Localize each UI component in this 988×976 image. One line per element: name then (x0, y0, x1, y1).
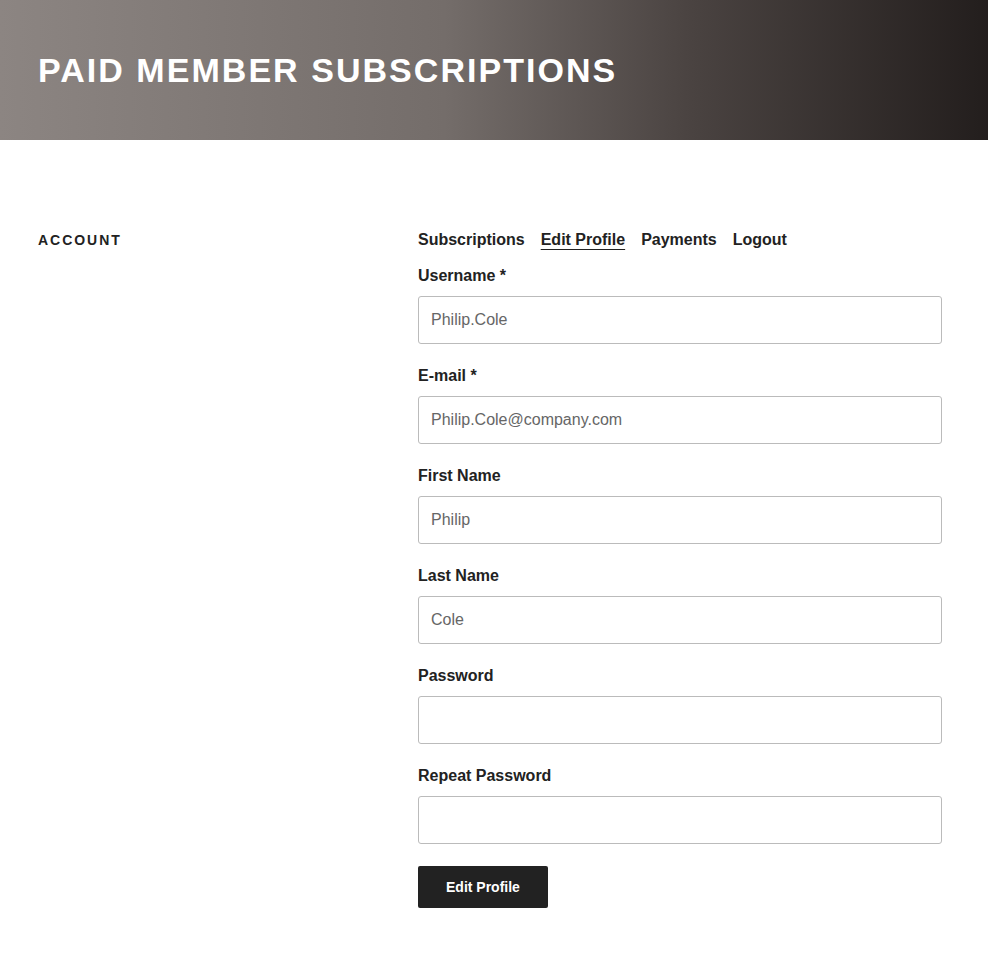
account-tab[interactable]: Edit Profile (541, 230, 625, 250)
site-title[interactable]: PAID MEMBER SUBSCRIPTIONS (38, 49, 617, 92)
page: PAID MEMBER SUBSCRIPTIONS ACCOUNTSubscrip… (0, 0, 988, 976)
edit-profile-button[interactable]: Edit Profile (418, 866, 548, 908)
field-input[interactable] (418, 696, 942, 744)
field-label: First Name (418, 466, 942, 486)
site-header: PAID MEMBER SUBSCRIPTIONS (0, 0, 988, 140)
field-input[interactable] (418, 496, 942, 544)
form-field: Password (418, 666, 942, 744)
field-label: Username * (418, 266, 942, 286)
account-tab[interactable]: Logout (733, 230, 787, 250)
account-tabs: Subscriptions Edit Profile Payments Logout (418, 230, 942, 250)
field-input[interactable] (418, 596, 942, 644)
account-tab[interactable]: Subscriptions (418, 230, 525, 250)
form-field: Username * (418, 266, 942, 344)
form-field: E-mail * (418, 366, 942, 444)
form-field: Repeat Password (418, 766, 942, 844)
field-input[interactable] (418, 396, 942, 444)
field-label: Password (418, 666, 942, 686)
account-tab[interactable]: Payments (641, 230, 717, 250)
sidebar-title: ACCOUNT (38, 230, 418, 250)
account-panel: Subscriptions Edit Profile Payments Logout U… (418, 230, 942, 908)
content: ACCOUNTSubscriptions Edit Profile Payments… (0, 140, 988, 972)
field-label: Last Name (418, 566, 942, 586)
edit-profile-form: Username * E-mail * First Name Last Name Pas… (418, 266, 942, 908)
sidebar: ACCOUNT (0, 230, 418, 908)
form-field: First Name (418, 466, 942, 544)
field-label: Repeat Password (418, 766, 942, 786)
form-field: Last Name (418, 566, 942, 644)
field-input[interactable] (418, 796, 942, 844)
field-label: E-mail * (418, 366, 942, 386)
field-input[interactable] (418, 296, 942, 344)
